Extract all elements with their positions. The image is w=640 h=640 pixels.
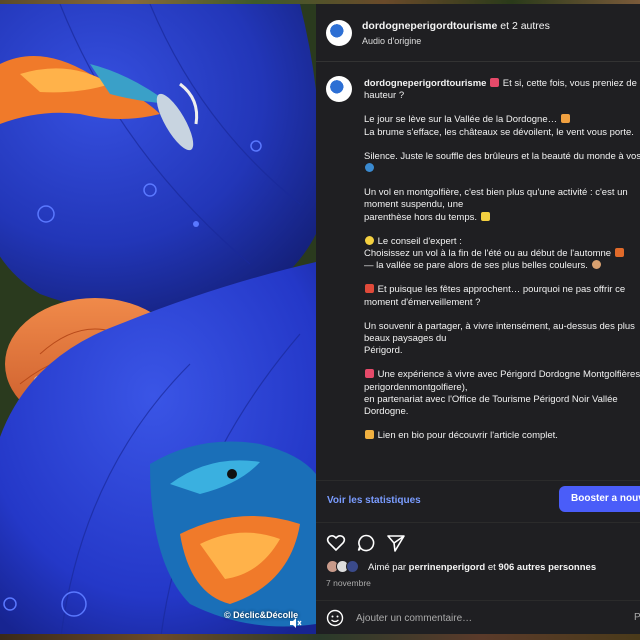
view-stats-link[interactable]: Voir les statistiques bbox=[327, 495, 421, 506]
share-icon[interactable] bbox=[386, 533, 406, 553]
pointing-hand-emoji-icon bbox=[365, 430, 374, 440]
liker-avatars[interactable] bbox=[326, 560, 362, 574]
caption-avatar[interactable] bbox=[326, 76, 352, 102]
comment-bar: P bbox=[316, 600, 640, 634]
liker-username[interactable]: perrinenperigord bbox=[409, 562, 486, 573]
comment-input[interactable] bbox=[356, 611, 596, 625]
leaf-emoji-icon bbox=[614, 248, 624, 258]
header-authors[interactable]: dordogneperigordtourisme et 2 autres bbox=[362, 20, 550, 32]
emoji-icon[interactable] bbox=[326, 609, 346, 629]
gift-emoji-icon bbox=[365, 284, 374, 294]
sunrise-emoji-icon bbox=[560, 114, 570, 124]
mute-icon[interactable] bbox=[286, 614, 304, 632]
backdrop-strip-bottom bbox=[0, 634, 640, 640]
post-date[interactable]: 7 novembre bbox=[326, 578, 371, 588]
location-pin-emoji-icon bbox=[365, 369, 374, 379]
action-bar bbox=[316, 522, 640, 562]
caption-area: dordogneperigordtourisme Et si, cette fo… bbox=[316, 62, 640, 480]
caption-text: dordogneperigordtourisme Et si, cette fo… bbox=[364, 78, 640, 442]
pin-emoji-icon bbox=[490, 78, 500, 87]
boost-again-button[interactable]: Booster a nouveau bbox=[559, 486, 640, 512]
post-header: dordogneperigordtourisme et 2 autres Aud… bbox=[316, 4, 640, 62]
audio-label[interactable]: Audio d'origine bbox=[362, 36, 421, 46]
palette-emoji-icon bbox=[591, 260, 601, 270]
likes-count[interactable]: 906 autres personnes bbox=[498, 562, 596, 573]
caption-username[interactable]: dordogneperigordtourisme bbox=[364, 78, 486, 89]
post-comment-button[interactable]: P bbox=[634, 612, 640, 623]
heart-icon[interactable] bbox=[326, 533, 346, 553]
header-coauthors[interactable]: et 2 autres bbox=[500, 20, 550, 32]
post-panel: dordogneperigordtourisme et 2 autres Aud… bbox=[316, 4, 640, 634]
comment-icon[interactable] bbox=[356, 533, 376, 553]
post-media[interactable]: © Déclic&Décolle bbox=[0, 4, 316, 634]
author-avatar[interactable] bbox=[326, 20, 352, 46]
globe-emoji-icon bbox=[365, 163, 374, 173]
sparkles-emoji-icon bbox=[480, 211, 490, 221]
stats-row: Voir les statistiques Booster a nouveau bbox=[316, 480, 640, 522]
lightbulb-emoji-icon bbox=[365, 235, 374, 245]
header-username[interactable]: dordogneperigordtourisme bbox=[362, 20, 497, 32]
balloon-photo bbox=[0, 4, 316, 634]
likes-text: Aimé par perrinenperigord et 906 autres … bbox=[368, 562, 597, 573]
